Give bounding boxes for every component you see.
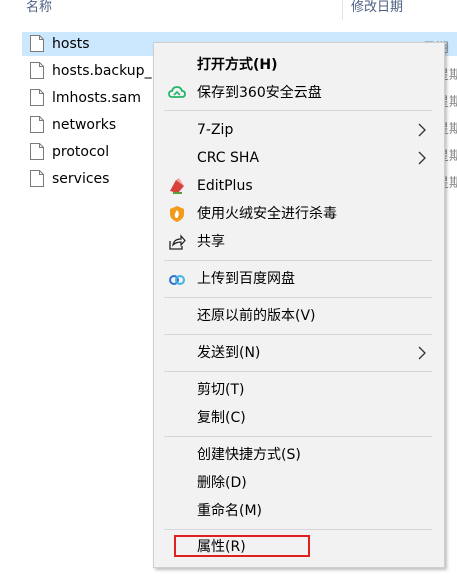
menu-label: 7-Zip (197, 122, 234, 138)
file-icon (30, 143, 44, 160)
menu-separator (164, 371, 432, 372)
menu-label: CRC SHA (197, 150, 260, 166)
menu-item-restore-versions[interactable]: 还原以前的版本(V) (154, 302, 444, 330)
menu-item-huorong[interactable]: 使用火绒安全进行杀毒 (154, 200, 444, 228)
menu-label: 还原以前的版本(V) (197, 308, 316, 324)
menu-label: 共享 (197, 234, 225, 250)
menu-item-cut[interactable]: 剪切(T) (154, 376, 444, 404)
file-name: services (52, 171, 110, 187)
chevron-right-icon (418, 346, 426, 360)
file-name: hosts.backup_ (52, 63, 152, 79)
context-menu: 打开方式(H) 保存到360安全云盘 7-Zip CRC SHA EditPlu… (153, 42, 445, 568)
chevron-right-icon (418, 123, 426, 137)
chevron-right-icon (418, 151, 426, 165)
menu-separator (164, 297, 432, 298)
column-divider[interactable] (342, 0, 343, 20)
baidu-netdisk-icon (169, 275, 185, 285)
menu-item-share[interactable]: 共享 (154, 228, 444, 256)
huorong-shield-icon (170, 206, 184, 222)
file-icon (30, 116, 44, 133)
menu-separator (164, 260, 432, 261)
menu-item-create-shortcut[interactable]: 创建快捷方式(S) (154, 441, 444, 469)
menu-item-rename[interactable]: 重命名(M) (154, 497, 444, 525)
menu-separator (164, 529, 432, 530)
menu-label: 发送到(N) (197, 345, 261, 361)
menu-label: 创建快捷方式(S) (197, 447, 301, 463)
date-column-header[interactable]: 修改日期 (351, 0, 403, 16)
menu-item-baidu[interactable]: 上传到百度网盘 (154, 265, 444, 293)
menu-label: 上传到百度网盘 (197, 271, 295, 287)
menu-label: 使用火绒安全进行杀毒 (197, 206, 337, 222)
file-icon (30, 170, 44, 187)
file-name: hosts (52, 36, 90, 52)
menu-item-7zip[interactable]: 7-Zip (154, 116, 444, 144)
menu-item-open-with[interactable]: 打开方式(H) (154, 51, 444, 79)
file-name: networks (52, 117, 117, 133)
menu-item-copy[interactable]: 复制(C) (154, 404, 444, 432)
file-name: lmhosts.sam (52, 90, 142, 106)
menu-item-delete[interactable]: 删除(D) (154, 469, 444, 497)
editplus-icon (170, 178, 184, 194)
menu-label: 保存到360安全云盘 (197, 85, 322, 101)
file-icon (30, 35, 44, 52)
share-icon (169, 234, 186, 250)
menu-label: 重命名(M) (197, 503, 263, 519)
menu-label: 打开方式(H) (197, 57, 278, 73)
menu-item-send-to[interactable]: 发送到(N) (154, 339, 444, 367)
menu-separator (164, 110, 432, 111)
menu-item-editplus[interactable]: EditPlus (154, 172, 444, 200)
column-header: 名称 修改日期 (0, 0, 457, 20)
file-name: protocol (52, 144, 110, 160)
file-icon (30, 62, 44, 79)
menu-label: 删除(D) (197, 475, 247, 491)
menu-item-save-360[interactable]: 保存到360安全云盘 (154, 79, 444, 107)
menu-separator (164, 436, 432, 437)
menu-label: 复制(C) (197, 410, 246, 426)
name-column-header[interactable]: 名称 (26, 0, 52, 16)
file-icon (30, 89, 44, 106)
menu-separator (164, 334, 432, 335)
cloud-360-icon (168, 86, 186, 98)
menu-item-crc-sha[interactable]: CRC SHA (154, 144, 444, 172)
properties-highlight-box (174, 535, 310, 557)
menu-label: 剪切(T) (197, 382, 245, 398)
menu-label: EditPlus (197, 178, 253, 194)
